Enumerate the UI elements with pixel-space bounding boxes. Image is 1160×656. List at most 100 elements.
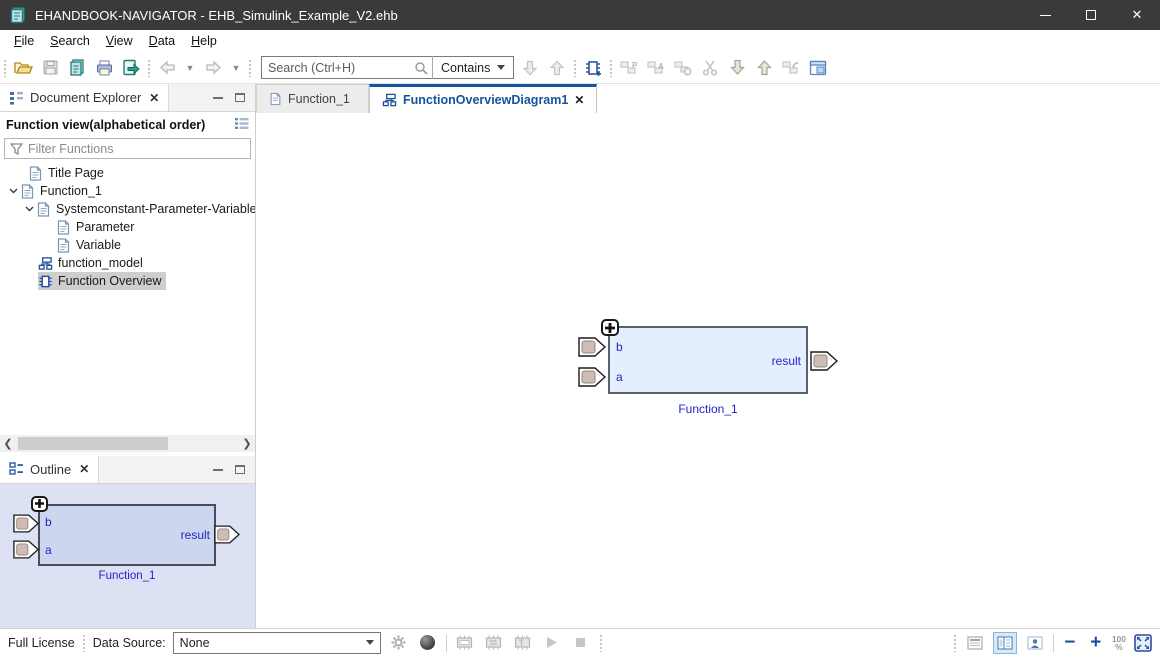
function-block[interactable]: b a result xyxy=(608,326,808,394)
minimize-panel-icon[interactable] xyxy=(213,96,223,99)
close-icon[interactable]: ✕ xyxy=(574,93,584,107)
write-chip-icon: T xyxy=(514,635,531,650)
nav-forward-button[interactable] xyxy=(202,56,224,80)
scissors-icon xyxy=(702,59,719,76)
scroll-left-icon[interactable]: ❮ xyxy=(0,437,16,450)
chevron-down-icon xyxy=(366,640,374,645)
calibration-swap-button[interactable] xyxy=(483,632,505,654)
settings-button[interactable] xyxy=(388,632,410,654)
outline-preview[interactable]: b a result Function_1 xyxy=(0,484,255,629)
close-icon[interactable]: ✕ xyxy=(149,91,159,105)
tree-item-parameter[interactable]: Parameter xyxy=(0,218,255,236)
menu-help[interactable]: Help xyxy=(183,32,225,50)
split-view-button[interactable] xyxy=(993,632,1017,654)
filter-functions-input[interactable] xyxy=(28,142,250,156)
window-title: EHANDBOOK-NAVIGATOR - EHB_Simulink_Examp… xyxy=(35,8,398,23)
scrollbar-thumb[interactable] xyxy=(18,437,168,450)
output-port-result[interactable] xyxy=(810,351,838,371)
add-annotation-button[interactable]: A xyxy=(645,56,667,80)
function-overview-button[interactable] xyxy=(582,56,604,80)
zoom-in-button[interactable]: + xyxy=(1086,633,1106,653)
previous-result-button[interactable] xyxy=(546,56,568,80)
close-icon[interactable]: ✕ xyxy=(79,462,89,476)
minimize-panel-icon[interactable] xyxy=(213,468,223,471)
tab-outline[interactable]: Outline ✕ xyxy=(0,456,99,483)
nav-forward-dropdown[interactable]: ▼ xyxy=(229,56,243,80)
cut-button[interactable] xyxy=(699,56,721,80)
data-sphere-button[interactable] xyxy=(417,632,439,654)
tree-item-title-page[interactable]: Title Page xyxy=(0,164,255,182)
outline-input-port-a[interactable] xyxy=(13,540,39,559)
calibration-write-button[interactable]: T xyxy=(512,632,534,654)
maximize-button[interactable] xyxy=(1068,0,1114,30)
fit-to-screen-button[interactable] xyxy=(1132,632,1154,654)
input-port-b[interactable] xyxy=(578,337,606,357)
maximize-panel-icon[interactable] xyxy=(235,465,245,474)
menu-file[interactable]: File xyxy=(6,32,42,50)
zoom-100-button[interactable]: 100 % xyxy=(1112,635,1126,651)
text-view-button[interactable] xyxy=(963,632,987,654)
tab-function-1[interactable]: Function_1 xyxy=(256,84,369,113)
function-tree: Title Page Function_1 xyxy=(0,161,255,435)
chevron-down-icon[interactable] xyxy=(6,188,20,194)
search-icon[interactable] xyxy=(410,61,432,75)
person-view-button[interactable] xyxy=(1023,632,1047,654)
export-handbook-button[interactable] xyxy=(120,56,142,80)
scroll-right-icon[interactable]: ❯ xyxy=(239,437,255,450)
print-button[interactable] xyxy=(93,56,115,80)
minimize-button[interactable] xyxy=(1022,0,1068,30)
nav-back-dropdown[interactable]: ▼ xyxy=(183,56,197,80)
function-block-caption: Function_1 xyxy=(608,402,808,416)
tree-item-function-1[interactable]: Function_1 xyxy=(0,182,255,200)
zoom-out-button[interactable]: − xyxy=(1060,633,1080,653)
nav-back-button[interactable] xyxy=(156,56,178,80)
toolbar-grip xyxy=(147,59,151,77)
remove-element-button[interactable] xyxy=(672,56,694,80)
document-explorer-title: Document Explorer xyxy=(30,90,141,105)
tab-document-explorer[interactable]: Document Explorer ✕ xyxy=(0,84,169,111)
tab-function-overview-diagram[interactable]: FunctionOverviewDiagram1 ✕ xyxy=(369,84,597,113)
outline-port-a-label: a xyxy=(45,543,52,557)
diagram-canvas[interactable]: b a result Function_1 xyxy=(256,113,1160,628)
text-view-icon xyxy=(967,636,983,650)
open-file-button[interactable] xyxy=(12,56,34,80)
tree-item-function-model[interactable]: function_model xyxy=(0,254,255,272)
document-icon xyxy=(36,202,51,217)
run-button[interactable] xyxy=(541,632,563,654)
import-button[interactable] xyxy=(726,56,748,80)
outline-function-block[interactable]: b a result xyxy=(38,504,216,566)
export-button[interactable] xyxy=(753,56,775,80)
outline-expand-plus-button[interactable] xyxy=(31,496,48,512)
input-port-a[interactable] xyxy=(578,367,606,387)
diagram-revert-button[interactable] xyxy=(780,56,802,80)
next-result-button[interactable] xyxy=(519,56,541,80)
outline-output-port-result[interactable] xyxy=(214,525,240,544)
save-button[interactable] xyxy=(39,56,61,80)
outline-input-port-b[interactable] xyxy=(13,514,39,533)
add-parameter-button[interactable]: P xyxy=(618,56,640,80)
app-window: EHANDBOOK-NAVIGATOR - EHB_Simulink_Examp… xyxy=(0,0,1160,656)
search-input[interactable] xyxy=(262,58,410,78)
calibration-ram-button[interactable] xyxy=(454,632,476,654)
open-window-button[interactable] xyxy=(807,56,829,80)
menu-search[interactable]: Search xyxy=(42,32,98,50)
tree-item-variable[interactable]: Variable xyxy=(0,236,255,254)
tree-item-function-overview[interactable]: Function Overview xyxy=(0,272,255,290)
chevron-down-icon[interactable] xyxy=(22,206,36,212)
tree-item-systemconstant[interactable]: Systemconstant-Parameter-Variable-C xyxy=(0,200,255,218)
stop-button[interactable] xyxy=(570,632,592,654)
horizontal-scrollbar[interactable]: ❮ ❯ xyxy=(0,435,255,452)
view-menu-icon[interactable] xyxy=(234,117,249,133)
separator xyxy=(1053,634,1054,652)
data-source-dropdown[interactable]: None xyxy=(173,632,381,654)
back-arrow-icon xyxy=(159,60,176,75)
menu-data[interactable]: Data xyxy=(141,32,183,50)
diagram-x-icon xyxy=(674,60,692,76)
expand-plus-button[interactable] xyxy=(601,319,619,336)
maximize-panel-icon[interactable] xyxy=(235,93,245,102)
close-button[interactable]: ✕ xyxy=(1114,0,1160,30)
port-b-label: b xyxy=(616,340,623,354)
open-handbook-button[interactable] xyxy=(66,56,88,80)
menu-view[interactable]: View xyxy=(98,32,141,50)
search-mode-dropdown[interactable]: Contains xyxy=(432,56,513,79)
